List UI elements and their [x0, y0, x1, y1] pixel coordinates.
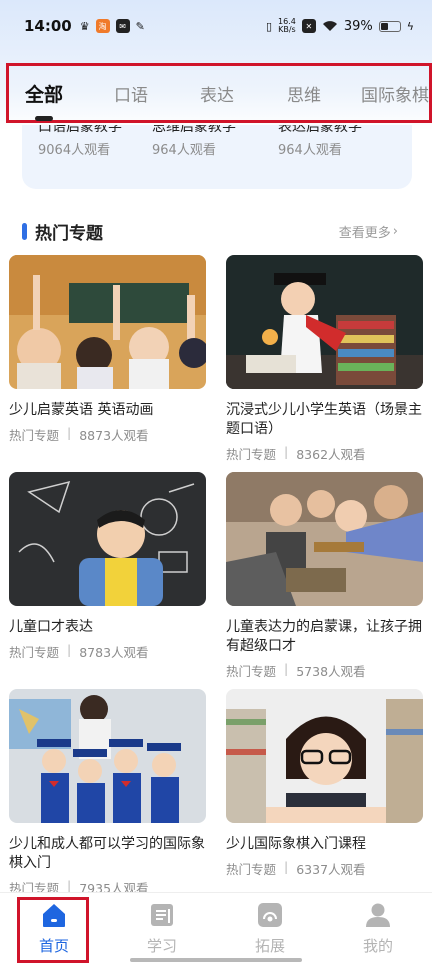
meta-divider: |	[67, 425, 72, 440]
course-title: 儿童表达力的启蒙课，让孩子拥有超级口才	[226, 619, 422, 654]
course-views: 8362人观看	[296, 447, 366, 462]
tab-label: 国际象棋	[361, 85, 429, 106]
battery-percent: 39%	[343, 18, 373, 34]
stub-course-views: 964人观看	[278, 143, 342, 158]
charging-icon: ϟ	[406, 19, 414, 33]
status-time: 14:00	[24, 17, 72, 35]
tab-label: 口语	[114, 85, 148, 106]
expand-icon	[258, 903, 282, 927]
tab-expression[interactable]: 表达	[200, 81, 234, 106]
status-bar: 14:00 ♛ 淘 ✉ ✎ ▯ 16.4 KB/s ✕ 39% ϟ	[0, 0, 432, 52]
course-thumbnail	[226, 255, 423, 389]
stub-course-views: 964人观看	[152, 143, 216, 158]
stub-course-item[interactable]: 口语启蒙教学 9064人观看	[38, 125, 158, 164]
stub-course-item[interactable]: 思维启蒙教学 964人观看	[152, 125, 272, 164]
nav-study[interactable]: 学习	[108, 893, 216, 964]
tab-thinking[interactable]: 思维	[287, 81, 321, 106]
course-meta: 热门专题 | 8873人观看	[9, 425, 206, 444]
book-icon	[151, 904, 173, 926]
previous-course-row: 口语启蒙教学 9064人观看 思维启蒙教学 964人观看 表达启蒙教学 964人…	[22, 125, 412, 189]
stub-course-title: 口语启蒙教学	[38, 125, 122, 135]
course-tag: 热门专题	[226, 447, 277, 462]
nav-profile[interactable]: 我的	[324, 893, 432, 964]
see-more-label: 查看更多	[338, 225, 391, 241]
section-title: 热门专题	[35, 223, 103, 244]
stub-course-title: 表达启蒙教学	[278, 125, 362, 135]
course-views: 8873人观看	[79, 428, 149, 443]
nav-label: 学习	[146, 937, 177, 955]
net-speed: 16.4 KB/s	[278, 18, 296, 34]
course-meta: 热门专题 | 5738人观看	[226, 661, 423, 680]
course-views: 5738人观看	[296, 664, 366, 679]
active-tab-indicator	[35, 115, 53, 121]
course-tag: 热门专题	[226, 862, 277, 877]
course-tag: 热门专题	[9, 428, 60, 443]
course-thumbnail	[226, 472, 423, 606]
section-header: 热门专题 查看更多 ›	[22, 218, 398, 244]
gesture-bar	[130, 958, 302, 962]
course-card[interactable]: 少儿和成人都可以学习的国际象棋入门 热门专题 | 7935人观看	[9, 689, 206, 897]
stub-course-views: 9064人观看	[38, 143, 111, 158]
section-accent-bar	[22, 222, 27, 240]
category-tab-bar: 全部 口语 表达 思维 国际象棋	[6, 63, 432, 123]
battery-icon	[378, 20, 401, 32]
course-tag: 热门专题	[226, 664, 277, 679]
course-thumbnail	[9, 255, 206, 389]
tab-speaking[interactable]: 口语	[114, 81, 148, 106]
notification-icons: ♛ 淘 ✉ ✎	[80, 19, 145, 33]
net-speed-unit: KB/s	[278, 25, 296, 34]
nav-label: 拓展	[254, 937, 285, 955]
home-highlight-box	[17, 897, 89, 963]
sim-icon: ✕	[301, 19, 316, 33]
course-meta: 热门专题 | 6337人观看	[226, 859, 423, 878]
course-tag: 热门专题	[9, 645, 60, 660]
tab-all[interactable]: 全部	[25, 80, 64, 121]
course-card[interactable]: 沉浸式少儿小学生英语（场景主题口语） 热门专题 | 8362人观看	[226, 255, 423, 463]
course-views: 6337人观看	[296, 862, 366, 877]
course-views: 8783人观看	[79, 645, 149, 660]
wifi-icon	[322, 21, 337, 31]
see-more-link[interactable]: 查看更多 ›	[339, 222, 398, 241]
mail-icon: ✉	[115, 19, 130, 33]
tab-label: 思维	[287, 85, 321, 106]
stub-course-title: 思维启蒙教学	[152, 125, 236, 135]
system-icons: ▯ 16.4 KB/s ✕ 39% ϟ	[266, 18, 414, 34]
vibrate-icon: ▯	[265, 19, 273, 33]
course-title: 沉浸式少儿小学生英语（场景主题口语）	[226, 402, 422, 437]
nav-expand[interactable]: 拓展	[216, 893, 324, 964]
course-card[interactable]: 少儿国际象棋入门课程 热门专题 | 6337人观看	[226, 689, 423, 878]
meta-divider: |	[284, 859, 289, 874]
crown-icon: ♛	[79, 19, 90, 33]
course-card[interactable]: 儿童口才表达 热门专题 | 8783人观看	[9, 472, 206, 661]
course-card[interactable]: 少儿启蒙英语 英语动画 热门专题 | 8873人观看	[9, 255, 206, 444]
course-meta: 热门专题 | 8783人观看	[9, 642, 206, 661]
meta-divider: |	[284, 661, 289, 676]
course-title: 少儿国际象棋入门课程	[226, 836, 366, 852]
course-title: 少儿和成人都可以学习的国际象棋入门	[9, 836, 205, 871]
stub-course-item[interactable]: 表达启蒙教学 964人观看	[278, 125, 398, 164]
nav-label: 我的	[362, 937, 393, 955]
taobao-icon: 淘	[95, 19, 110, 33]
tab-chess[interactable]: 国际象棋	[361, 81, 429, 106]
course-card[interactable]: 儿童表达力的启蒙课，让孩子拥有超级口才 热门专题 | 5738人观看	[226, 472, 423, 680]
tab-label: 表达	[200, 85, 234, 106]
course-thumbnail	[9, 689, 206, 823]
leaf-icon: ✎	[135, 19, 145, 33]
meta-divider: |	[284, 444, 289, 459]
course-thumbnail	[226, 689, 423, 823]
user-icon	[366, 903, 390, 927]
course-title: 少儿启蒙英语 英语动画	[9, 402, 154, 418]
course-title: 儿童口才表达	[9, 619, 93, 635]
meta-divider: |	[67, 642, 72, 657]
course-thumbnail	[9, 472, 206, 606]
course-meta: 热门专题 | 8362人观看	[226, 444, 423, 463]
tab-label: 全部	[25, 83, 64, 106]
chevron-right-icon: ›	[392, 223, 398, 239]
